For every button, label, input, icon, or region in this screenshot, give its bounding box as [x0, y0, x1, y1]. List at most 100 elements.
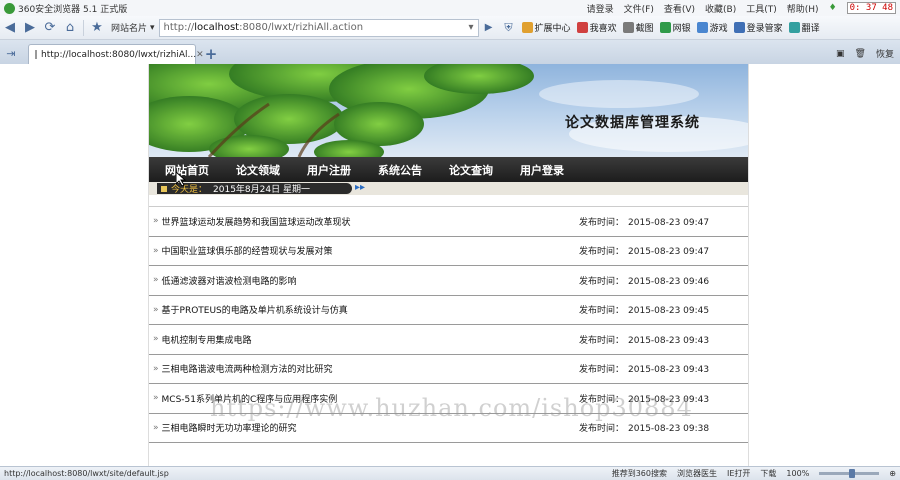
tab-strip: ⇥ http://localhost:8080/lwxt/rizhiAl... … — [0, 40, 900, 64]
new-tab-plus-icon[interactable]: + — [200, 45, 222, 63]
article-title[interactable]: 基于PROTEUS的电路及单片机系统设计与仿真 — [162, 303, 348, 316]
publish-label: 发布时间： — [579, 306, 625, 317]
article-meta: 发布时间： 2015-08-23 09:38 — [579, 421, 709, 434]
double-chevron-icon: » — [153, 304, 159, 315]
trash-icon[interactable]: 🗑 — [855, 49, 866, 59]
zoom-in-icon[interactable]: ⊕ — [889, 469, 896, 478]
favorites-label: 我喜欢 — [589, 24, 617, 34]
double-chevron-icon: » — [153, 334, 159, 345]
publish-time: 2015-08-23 09:43 — [628, 394, 710, 405]
menu-help[interactable]: 帮助(H) — [787, 2, 819, 15]
address-bar[interactable]: http:// localhost :8080/lwxt/rizhiAll.ac… — [158, 18, 479, 37]
article-title[interactable]: MCS-51系列单片机的C程序与应用程序实例 — [162, 392, 338, 405]
menu-tools[interactable]: 工具(T) — [746, 2, 777, 15]
publish-time: 2015-08-23 09:45 — [628, 306, 710, 317]
zoom-slider[interactable] — [819, 469, 880, 478]
article-row[interactable]: » 世界篮球运动发展趋势和我国篮球运动改革现状 发布时间： 2015-08-23 09… — [149, 207, 748, 237]
go-arrow-icon[interactable]: ▶ — [479, 19, 499, 37]
article-row[interactable]: » 三相电路瞬时无功功率理论的研究 发布时间： 2015-08-23 09:38 — [149, 414, 748, 443]
article-row[interactable]: » 电机控制专用集成电路 发布时间： 2015-08-23 09:43 — [149, 325, 748, 355]
article-row[interactable]: » MCS-51系列单片机的C程序与应用程序实例 发布时间： 2015-08-23 0… — [149, 384, 748, 414]
translate-icon — [788, 22, 800, 33]
menu-file[interactable]: 文件(F) — [624, 2, 654, 15]
star-icon[interactable]: ★ — [87, 19, 107, 37]
login-manager-button[interactable]: 登录管家 — [731, 21, 786, 34]
article-title[interactable]: 三相电路瞬时无功功率理论的研究 — [162, 421, 297, 434]
ie-open-button[interactable]: IE打开 — [727, 468, 750, 479]
article-title[interactable]: 低通滤波器对谐波检测电路的影响 — [162, 274, 297, 287]
publish-time: 2015-08-23 09:43 — [628, 365, 710, 376]
screenshot-button[interactable]: 截图 — [620, 21, 657, 34]
nav-announcements[interactable]: 系统公告 — [378, 162, 422, 178]
address-dropdown-icon[interactable]: ▾ — [469, 22, 474, 33]
publish-time: 2015-08-23 09:47 — [628, 217, 710, 228]
favorites-button[interactable]: 我喜欢 — [574, 21, 620, 34]
menu-login[interactable]: 请登录 — [587, 2, 614, 15]
double-chevron-icon: » — [153, 363, 159, 374]
article-meta: 发布时间： 2015-08-23 09:45 — [579, 303, 709, 316]
article-title[interactable]: 世界篮球运动发展趋势和我国篮球运动改革现状 — [162, 215, 351, 228]
double-chevron-icon: » — [153, 245, 159, 256]
bank-icon — [659, 22, 671, 33]
double-chevron-icon: » — [153, 393, 159, 404]
browser-doctor-button[interactable]: 浏览器医生 — [677, 468, 717, 479]
games-button[interactable]: 游戏 — [694, 21, 731, 34]
article-row[interactable]: » 中国职业篮球俱乐部的经营现状与发展对策 发布时间： 2015-08-23 09:4… — [149, 237, 748, 266]
key-icon — [733, 22, 745, 33]
login-manager-label: 登录管家 — [746, 24, 783, 34]
double-arrow-icon: ▸▸ — [355, 182, 366, 193]
navigation-toolbar: ◀ ▶ ⟳ ⌂ ★ 网站名片 ▾ http:// localhost :8080… — [0, 16, 900, 40]
article-title[interactable]: 三相电路谐波电流两种检测方法的对比研究 — [162, 362, 333, 375]
status-items: 推荐到360搜索 浏览器医生 IE打开 下载 100% ⊕ — [612, 468, 900, 479]
page-favicon-icon — [35, 50, 37, 59]
article-meta: 发布时间： 2015-08-23 09:43 — [579, 392, 709, 405]
nav-home[interactable]: 网站首页 — [165, 162, 209, 178]
site-title: 论文数据库管理系统 — [565, 115, 700, 131]
double-chevron-icon: » — [153, 275, 159, 286]
article-title[interactable]: 电机控制专用集成电路 — [162, 333, 252, 346]
translate-button[interactable]: 翻译 — [786, 21, 823, 34]
extensions-label: 扩展中心 — [534, 24, 571, 34]
mouse-cursor-icon — [176, 172, 186, 186]
zoom-level[interactable]: 100% — [786, 469, 809, 478]
article-title[interactable]: 中国职业篮球俱乐部的经营现状与发展对策 — [162, 244, 333, 257]
publish-time: 2015-08-23 09:46 — [628, 276, 710, 287]
shield-icon[interactable]: ⛨ — [499, 19, 519, 37]
home-icon[interactable]: ⌂ — [60, 19, 80, 37]
refresh-icon[interactable]: ⟳ — [40, 19, 60, 37]
tab-active[interactable]: http://localhost:8080/lwxt/rizhiAl... ✕ — [28, 44, 204, 64]
tree-foliage-graphic — [149, 64, 748, 157]
main-navigation: 网站首页 论文领域 用户注册 系统公告 论文查询 用户登录 — [149, 157, 748, 182]
download-button[interactable]: 下载 — [760, 468, 776, 479]
extensions-button[interactable]: 扩展中心 — [519, 21, 574, 34]
nav-paper-fields[interactable]: 论文领域 — [236, 162, 280, 178]
bank-button[interactable]: 网银 — [657, 21, 694, 34]
sidebar-toggle-icon[interactable]: ⇥ — [0, 42, 22, 64]
publish-time: 2015-08-23 09:43 — [628, 335, 710, 346]
site-card-label: 网站名片 — [111, 24, 148, 34]
back-arrow-icon[interactable]: ◀ — [0, 19, 20, 37]
site-banner: 论文数据库管理系统 — [149, 64, 748, 157]
restore-label[interactable]: 恢复 — [876, 47, 894, 60]
publish-time: 2015-08-23 09:38 — [628, 424, 710, 435]
shirt-icon[interactable]: ♦ — [829, 3, 837, 13]
menu-view[interactable]: 查看(V) — [664, 2, 695, 15]
nav-register[interactable]: 用户注册 — [307, 162, 351, 178]
today-value: 2015年8月24日 星期一 — [213, 185, 310, 195]
forward-arrow-icon[interactable]: ▶ — [20, 19, 40, 37]
page-viewport: 论文数据库管理系统 网站首页 论文领域 用户注册 系统公告 论文查询 用户登录 … — [0, 64, 900, 466]
site-card-dropdown[interactable]: 网站名片 ▾ — [107, 21, 159, 35]
article-row[interactable]: » 三相电路谐波电流两种检测方法的对比研究 发布时间： 2015-08-23 09:4… — [149, 355, 748, 384]
double-chevron-icon: » — [153, 422, 159, 433]
site-container: 论文数据库管理系统 网站首页 论文领域 用户注册 系统公告 论文查询 用户登录 … — [148, 64, 749, 466]
nav-login[interactable]: 用户登录 — [520, 162, 564, 178]
menu-favorites[interactable]: 收藏(B) — [705, 2, 736, 15]
window-tile-icon[interactable]: ▣ — [836, 49, 845, 59]
article-row[interactable]: » 基于PROTEUS的电路及单片机系统设计与仿真 发布时间： 2015-08-23 … — [149, 296, 748, 325]
recommend-search-button[interactable]: 推荐到360搜索 — [612, 468, 667, 479]
zoom-slider-handle[interactable] — [848, 469, 855, 478]
publish-label: 发布时间： — [579, 394, 625, 405]
nav-paper-search[interactable]: 论文查询 — [449, 162, 493, 178]
article-row[interactable]: » 低通滤波器对谐波检测电路的影响 发布时间： 2015-08-23 09:46 — [149, 266, 748, 296]
browser-logo-icon — [4, 2, 15, 14]
